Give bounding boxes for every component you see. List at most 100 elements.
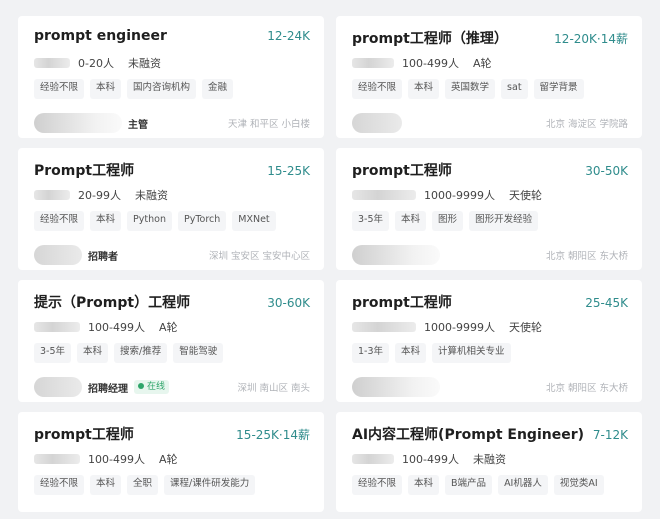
company-size: 100-499人: [88, 321, 145, 334]
job-tag: 留学背景: [533, 79, 584, 99]
job-tag: 金融: [202, 79, 234, 99]
job-location: 北京 朝阳区 东大桥: [545, 383, 628, 394]
job-tag: 经验不限: [34, 211, 85, 231]
job-title[interactable]: AI内容工程师(Prompt Engineer): [352, 424, 584, 444]
job-tag: 搜索/推荐: [114, 343, 168, 363]
funding-stage: 天使轮: [508, 321, 542, 334]
company-size: 20-99人: [78, 189, 121, 202]
job-card[interactable]: prompt工程师 25-45K 1000-9999人 天使轮 1-3年 本科 …: [336, 280, 642, 402]
job-tag: 本科: [90, 79, 122, 99]
job-salary: 30-60K: [267, 296, 310, 310]
job-card[interactable]: 提示（Prompt）工程师 30-60K 100-499人 A轮 3-5年 本科…: [18, 280, 324, 402]
job-tag: 课程/课件研发能力: [164, 475, 256, 495]
job-card[interactable]: prompt工程师 15-25K·14薪 100-499人 A轮 经验不限 本科…: [18, 412, 324, 512]
job-tag: MXNet: [232, 211, 276, 231]
job-salary: 15-25K: [267, 164, 310, 178]
job-salary: 25-45K: [585, 296, 628, 310]
recruiter-title: 招聘经理: [88, 383, 128, 395]
job-salary: 30-50K: [585, 164, 628, 178]
avatar[interactable]: [34, 245, 82, 265]
job-title[interactable]: prompt工程师: [34, 424, 134, 444]
recruiter-title: 招聘者: [88, 251, 118, 263]
online-status-text: 在线: [147, 382, 166, 392]
job-card[interactable]: prompt工程师 30-50K 1000-9999人 天使轮 3-5年 本科 …: [336, 148, 642, 270]
job-title[interactable]: prompt工程师（推理）: [352, 28, 508, 48]
job-tag: 全职: [127, 475, 159, 495]
job-card[interactable]: AI内容工程师(Prompt Engineer) 7-12K 100-499人 …: [336, 412, 642, 512]
job-location: 北京 海淀区 学院路: [545, 119, 628, 130]
online-dot-icon: [138, 383, 144, 389]
job-tag: 智能驾驶: [173, 343, 224, 363]
job-tag: 本科: [408, 475, 440, 495]
job-tag: PyTorch: [177, 211, 227, 231]
company-name-blurred: [352, 322, 416, 332]
company-size: 0-20人: [78, 57, 114, 70]
job-tag: 本科: [77, 343, 109, 363]
job-salary: 15-25K·14薪: [236, 428, 310, 442]
job-tag: 图形: [432, 211, 464, 231]
job-card[interactable]: prompt工程师（推理） 12-20K·14薪 100-499人 A轮 经验不…: [336, 16, 642, 138]
company-name-blurred: [352, 58, 394, 68]
company-name-blurred: [34, 454, 80, 464]
job-tag: 英国数学: [445, 79, 496, 99]
job-tag: 经验不限: [34, 475, 85, 495]
job-title[interactable]: Prompt工程师: [34, 160, 134, 180]
job-title[interactable]: prompt工程师: [352, 292, 452, 312]
job-tag: Python: [127, 211, 172, 231]
job-tag: 3-5年: [34, 343, 72, 363]
company-size: 100-499人: [402, 453, 459, 466]
job-tag: 经验不限: [352, 79, 403, 99]
job-tag: 经验不限: [352, 475, 403, 495]
funding-stage: 未融资: [134, 189, 168, 202]
company-name-blurred: [352, 190, 416, 200]
avatar[interactable]: [34, 113, 122, 133]
job-tag: 图形开发经验: [469, 211, 539, 231]
job-location: 天津 和平区 小白楼: [227, 119, 310, 130]
funding-stage: 天使轮: [508, 189, 542, 202]
job-salary: 12-20K·14薪: [554, 32, 628, 46]
job-tag: 计算机相关专业: [432, 343, 511, 363]
job-card[interactable]: prompt engineer 12-24K 0-20人 未融资 经验不限 本科…: [18, 16, 324, 138]
job-tag: AI机器人: [498, 475, 548, 495]
online-status-badge: 在线: [134, 380, 170, 394]
company-size: 100-499人: [402, 57, 459, 70]
job-tag: B端产品: [445, 475, 493, 495]
funding-stage: A轮: [158, 321, 178, 334]
company-name-blurred: [352, 454, 394, 464]
funding-stage: 未融资: [127, 57, 161, 70]
funding-stage: A轮: [472, 57, 492, 70]
job-card[interactable]: Prompt工程师 15-25K 20-99人 未融资 经验不限 本科 Pyth…: [18, 148, 324, 270]
recruiter-title: 主管: [128, 119, 148, 131]
job-title[interactable]: prompt工程师: [352, 160, 452, 180]
job-list: prompt engineer 12-24K 0-20人 未融资 经验不限 本科…: [0, 0, 660, 519]
job-location: 深圳 南山区 南头: [237, 383, 310, 394]
job-location: 深圳 宝安区 宝安中心区: [208, 251, 310, 262]
job-tag: 本科: [395, 343, 427, 363]
job-salary: 7-12K: [592, 428, 628, 442]
avatar[interactable]: [352, 377, 440, 397]
avatar[interactable]: [34, 377, 82, 397]
job-tag: 国内咨询机构: [127, 79, 197, 99]
job-tag: 本科: [90, 211, 122, 231]
avatar[interactable]: [352, 113, 402, 133]
job-tag: 1-3年: [352, 343, 390, 363]
job-salary: 12-24K: [267, 29, 310, 43]
job-location: 北京 朝阳区 东大桥: [545, 251, 628, 262]
funding-stage: 未融资: [472, 453, 506, 466]
job-title[interactable]: prompt engineer: [34, 28, 167, 44]
job-tag: 本科: [408, 79, 440, 99]
avatar[interactable]: [352, 245, 440, 265]
job-tag: 经验不限: [34, 79, 85, 99]
job-tag: 本科: [395, 211, 427, 231]
company-name-blurred: [34, 58, 70, 68]
job-title[interactable]: 提示（Prompt）工程师: [34, 292, 190, 312]
company-name-blurred: [34, 190, 70, 200]
company-size: 1000-9999人: [424, 321, 495, 334]
job-tag: 3-5年: [352, 211, 390, 231]
company-size: 1000-9999人: [424, 189, 495, 202]
funding-stage: A轮: [158, 453, 178, 466]
job-tag: 本科: [90, 475, 122, 495]
company-size: 100-499人: [88, 453, 145, 466]
company-name-blurred: [34, 322, 80, 332]
job-tag: 视觉类AI: [553, 475, 604, 495]
